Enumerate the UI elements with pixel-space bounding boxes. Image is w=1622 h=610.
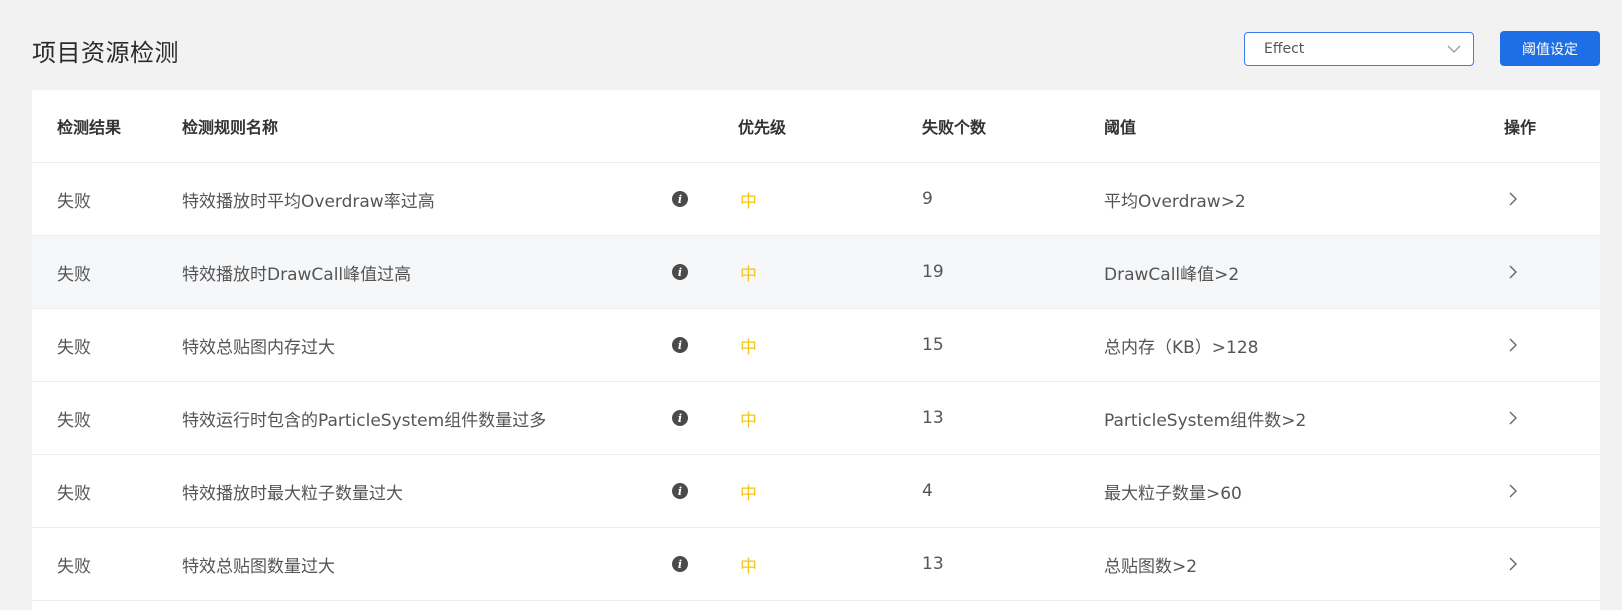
threshold-cell: ParticleSystem组件数>2	[1104, 410, 1307, 431]
rule-name-cell: 特效运行时包含的ParticleSystem组件数量过多	[182, 410, 547, 431]
threshold-cell: 平均Overdraw>2	[1104, 191, 1246, 212]
header-priority: 优先级	[738, 118, 787, 137]
table-row[interactable]: 失败 特效运行时包含的ParticleSystem组件数量过多 i 中 13 P…	[32, 382, 1600, 455]
fail-count-cell: 4	[922, 481, 933, 501]
header-rule-name: 检测规则名称	[182, 118, 279, 137]
table-row[interactable]: 失败 特效总贴图数量过大 i 中 13 总贴图数>2	[32, 528, 1600, 601]
table-row[interactable]: 失败 特效播放时平均Overdraw率过高 i 中 9 平均Overdraw>2	[32, 163, 1600, 236]
priority-cell: 中	[740, 556, 757, 577]
table-header: 检测结果 检测规则名称 优先级 失败个数 阈值 操作	[32, 90, 1600, 163]
info-icon[interactable]: i	[672, 191, 688, 207]
fail-count-cell: 19	[922, 262, 944, 282]
result-cell: 失败	[57, 556, 91, 577]
priority-cell: 中	[740, 191, 757, 212]
chevron-right-icon[interactable]	[1505, 190, 1521, 208]
rule-name-cell: 特效总贴图内存过大	[182, 337, 335, 358]
threshold-cell: 最大粒子数量>60	[1104, 483, 1242, 504]
priority-cell: 中	[740, 483, 757, 504]
chevron-right-icon[interactable]	[1505, 482, 1521, 500]
table-row[interactable]: 失败 特效总贴图内存过大 i 中 15 总内存（KB）>128	[32, 309, 1600, 382]
threshold-settings-button[interactable]: 阈值设定	[1500, 31, 1600, 66]
threshold-cell: 总贴图数>2	[1104, 556, 1198, 577]
result-cell: 失败	[57, 337, 91, 358]
fail-count-cell: 9	[922, 189, 933, 209]
info-icon[interactable]: i	[672, 264, 688, 280]
fail-count-cell: 15	[922, 335, 944, 355]
priority-cell: 中	[740, 264, 757, 285]
priority-cell: 中	[740, 410, 757, 431]
info-icon[interactable]: i	[672, 483, 688, 499]
threshold-cell: DrawCall峰值>2	[1104, 264, 1240, 285]
header-operation: 操作	[1504, 118, 1537, 137]
info-icon[interactable]: i	[672, 337, 688, 353]
rules-table: 检测结果 检测规则名称 优先级 失败个数 阈值 操作 失败 特效播放时平均Ove…	[32, 90, 1600, 610]
result-cell: 失败	[57, 483, 91, 504]
threshold-cell: 总内存（KB）>128	[1104, 337, 1259, 358]
resource-type-select[interactable]: Effect	[1244, 32, 1474, 66]
fail-count-cell: 13	[922, 408, 944, 428]
rule-name-cell: 特效播放时最大粒子数量过大	[182, 483, 403, 504]
header-fail-count: 失败个数	[922, 118, 987, 137]
priority-cell: 中	[740, 337, 757, 358]
rule-name-cell: 特效播放时平均Overdraw率过高	[182, 191, 435, 212]
chevron-down-icon	[1447, 42, 1461, 56]
chevron-right-icon[interactable]	[1505, 336, 1521, 354]
rule-name-cell: 特效总贴图数量过大	[182, 556, 335, 577]
resource-type-select-value: Effect	[1264, 41, 1305, 57]
page-title: 项目资源检测	[32, 39, 179, 67]
chevron-right-icon[interactable]	[1505, 555, 1521, 573]
header-threshold: 阈值	[1104, 118, 1137, 137]
result-cell: 失败	[57, 264, 91, 285]
chevron-right-icon[interactable]	[1505, 263, 1521, 281]
table-row[interactable]: 失败 特效播放时DrawCall峰值过高 i 中 19 DrawCall峰值>2	[32, 236, 1600, 309]
table-row[interactable]: 失败 特效播放时最大粒子数量过大 i 中 4 最大粒子数量>60	[32, 455, 1600, 528]
chevron-right-icon[interactable]	[1505, 409, 1521, 427]
info-icon[interactable]: i	[672, 556, 688, 572]
header-result: 检测结果	[57, 118, 122, 137]
result-cell: 失败	[57, 410, 91, 431]
fail-count-cell: 13	[922, 554, 944, 574]
rule-name-cell: 特效播放时DrawCall峰值过高	[182, 264, 412, 285]
page: 项目资源检测 Effect 阈值设定 检测结果 检测规则名称 优先级 失败个数 …	[0, 0, 1622, 610]
result-cell: 失败	[57, 191, 91, 212]
info-icon[interactable]: i	[672, 410, 688, 426]
